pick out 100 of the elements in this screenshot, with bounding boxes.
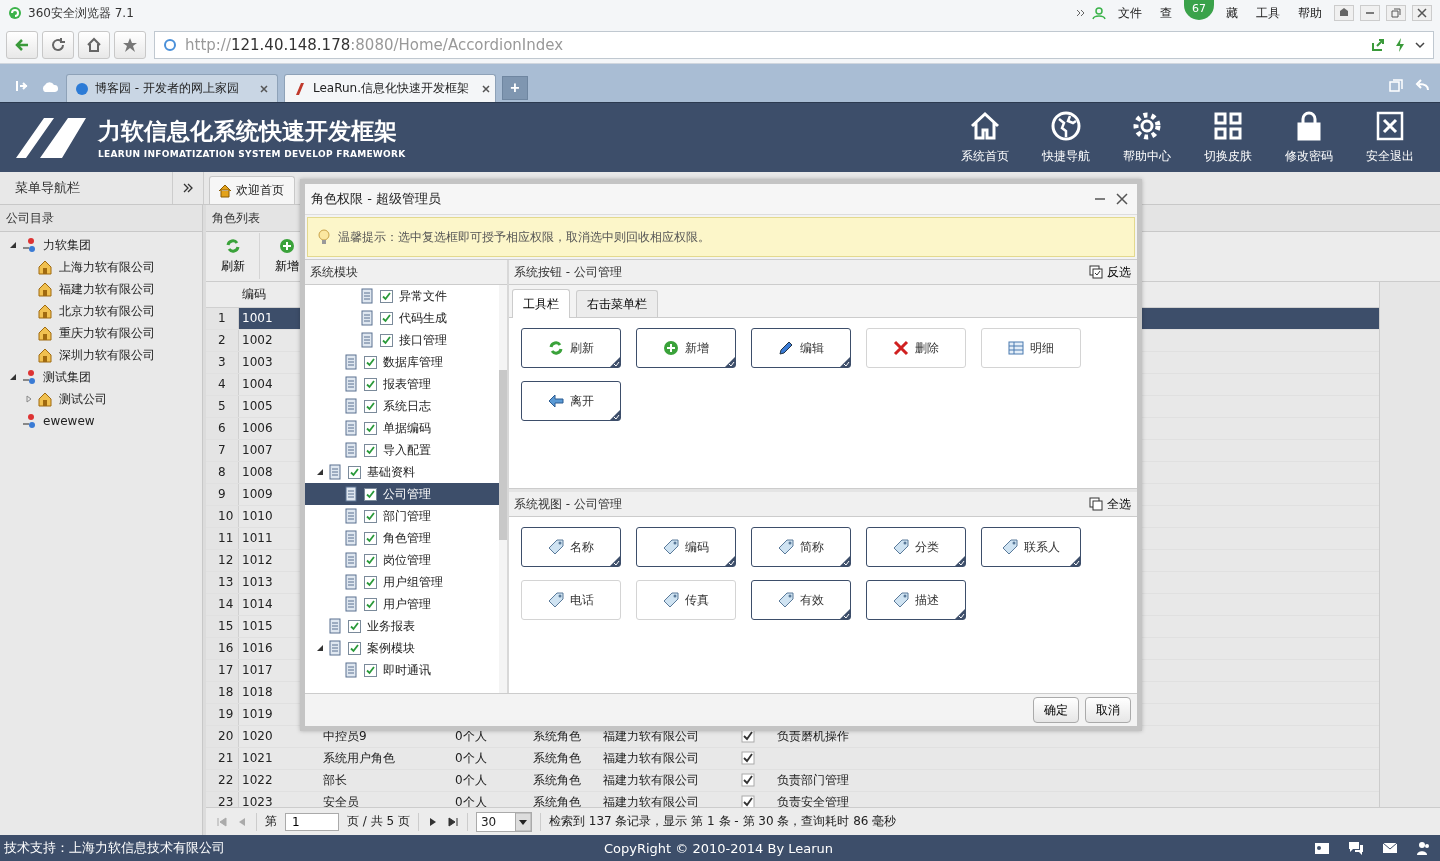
tree-item[interactable]: 部门管理 [305,505,499,527]
field-button[interactable]: 编码 [636,527,736,567]
checkbox[interactable] [364,663,377,677]
tree-item[interactable]: 测试集团 [0,366,202,388]
toolbar-button[interactable]: 刷新 [206,233,260,280]
field-button[interactable]: 描述 [866,580,966,620]
checkbox[interactable] [364,509,377,523]
checkbox[interactable] [364,355,377,369]
page-input[interactable]: 1 [285,812,339,831]
minimize-icon[interactable] [1360,5,1380,21]
nav-button[interactable]: 修改密码 [1268,106,1349,169]
nav-button[interactable]: 切换皮肤 [1187,106,1268,169]
menu-item[interactable]: 帮助 [1298,4,1322,22]
favorite-button[interactable] [114,30,146,59]
permission-button[interactable]: 新增 [636,328,736,368]
tree-item[interactable]: 测试公司 [0,388,202,410]
checkbox[interactable] [348,619,361,633]
last-page-icon[interactable] [446,815,459,828]
checkbox[interactable] [348,641,361,655]
checkbox[interactable] [380,333,393,347]
tree-item[interactable]: 用户管理 [305,593,499,615]
share-icon[interactable] [1371,37,1385,52]
mail-icon[interactable] [1382,840,1398,856]
tree-item[interactable]: 力软集团 [0,234,202,256]
tree-item[interactable]: 案例模块 [305,637,499,659]
page-tab[interactable]: 欢迎首页 [209,176,295,204]
cloud-icon[interactable] [40,80,60,94]
tree-item[interactable]: 报表管理 [305,373,499,395]
browser-tab[interactable]: LeaRun.信息化快速开发框架 [284,74,496,102]
browser-tab[interactable]: 博客园 - 开发者的网上家园 [66,74,278,102]
column-header[interactable]: 编码 [242,286,266,301]
scrollbar[interactable] [499,285,507,693]
permission-button[interactable]: 刷新 [521,328,621,368]
checkbox[interactable] [348,465,361,479]
lightning-icon[interactable] [1393,37,1407,52]
field-button[interactable]: 联系人 [981,527,1081,567]
nav-button[interactable]: 快捷导航 [1025,106,1106,169]
dialog-button[interactable]: 取消 [1085,697,1131,723]
tree-item[interactable]: 数据库管理 [305,351,499,373]
select-all-button[interactable]: 全选 [1089,495,1131,513]
checkbox[interactable] [364,531,377,545]
permission-button[interactable]: 离开 [521,381,621,421]
menu-item[interactable]: 查 [1160,4,1172,22]
dialog-button[interactable]: 确定 [1033,697,1079,723]
restore-icon[interactable] [1386,5,1406,21]
tab[interactable]: 右击菜单栏 [576,290,658,317]
sidebar-toggle-icon[interactable] [14,78,30,94]
tree-item[interactable]: 代码生成 [305,307,499,329]
tree-item[interactable]: 北京力软有限公司 [0,300,202,322]
checkbox[interactable] [380,311,393,325]
first-page-icon[interactable] [216,815,228,828]
contact-card-icon[interactable] [1314,840,1330,856]
tree-item[interactable]: ewewew [0,410,202,432]
close-icon[interactable] [1115,192,1129,206]
user-icon[interactable] [1092,6,1106,20]
chevron-icon[interactable] [1076,8,1086,18]
expand-button[interactable] [172,172,204,204]
address-field[interactable]: http://121.40.148.178:8080/Home/AccordionIndex [154,30,1434,59]
menu-item[interactable]: 藏 [1226,4,1238,22]
tree-item[interactable]: 深圳力软有限公司 [0,344,202,366]
tree-item[interactable]: 导入配置 [305,439,499,461]
field-button[interactable]: 名称 [521,527,621,567]
menu-item[interactable]: 工具 [1256,4,1280,22]
tree-item[interactable]: 单据编码 [305,417,499,439]
tree-item[interactable]: 接口管理 [305,329,499,351]
checkbox[interactable] [364,443,377,457]
tree-item[interactable]: 即时通讯 [305,659,499,681]
tree-item[interactable]: 公司管理 [305,483,499,505]
tree-item[interactable]: 用户组管理 [305,571,499,593]
field-button[interactable]: 简称 [751,527,851,567]
chat-icon[interactable] [1348,840,1364,856]
skin-icon[interactable] [1334,5,1354,21]
field-button[interactable]: 有效 [751,580,851,620]
tree-item[interactable]: 重庆力软有限公司 [0,322,202,344]
menu-item[interactable]: 文件 [1118,4,1142,22]
reload-button[interactable] [42,30,74,59]
tree-item[interactable]: 系统日志 [305,395,499,417]
close-icon[interactable] [259,83,269,94]
expanded-icon[interactable] [9,373,17,381]
invert-selection-button[interactable]: 反选 [1089,263,1131,281]
page-size-select[interactable]: 30 [475,811,532,832]
tree-item[interactable]: 上海力软有限公司 [0,256,202,278]
checkbox[interactable] [364,487,377,501]
users-icon[interactable] [1416,840,1432,856]
home-button[interactable] [78,30,110,59]
nav-button[interactable]: 系统首页 [944,106,1025,169]
checkbox[interactable] [364,575,377,589]
tree-item[interactable]: 基础资料 [305,461,499,483]
permission-button[interactable]: 编辑 [751,328,851,368]
checkbox[interactable] [364,421,377,435]
checkbox[interactable] [364,377,377,391]
permission-button[interactable]: 删除 [866,328,966,368]
checkbox[interactable] [364,553,377,567]
checkbox[interactable] [364,399,377,413]
checkbox[interactable] [364,597,377,611]
table-row[interactable]: 22 1022 部长 0个人 系统角色 福建力软有限公司 负责部门管理 [206,769,1379,792]
tree-item[interactable]: 岗位管理 [305,549,499,571]
tree-item[interactable]: 业务报表 [305,615,499,637]
tab[interactable]: 工具栏 [512,289,570,318]
permission-button[interactable]: 明细 [981,328,1081,368]
